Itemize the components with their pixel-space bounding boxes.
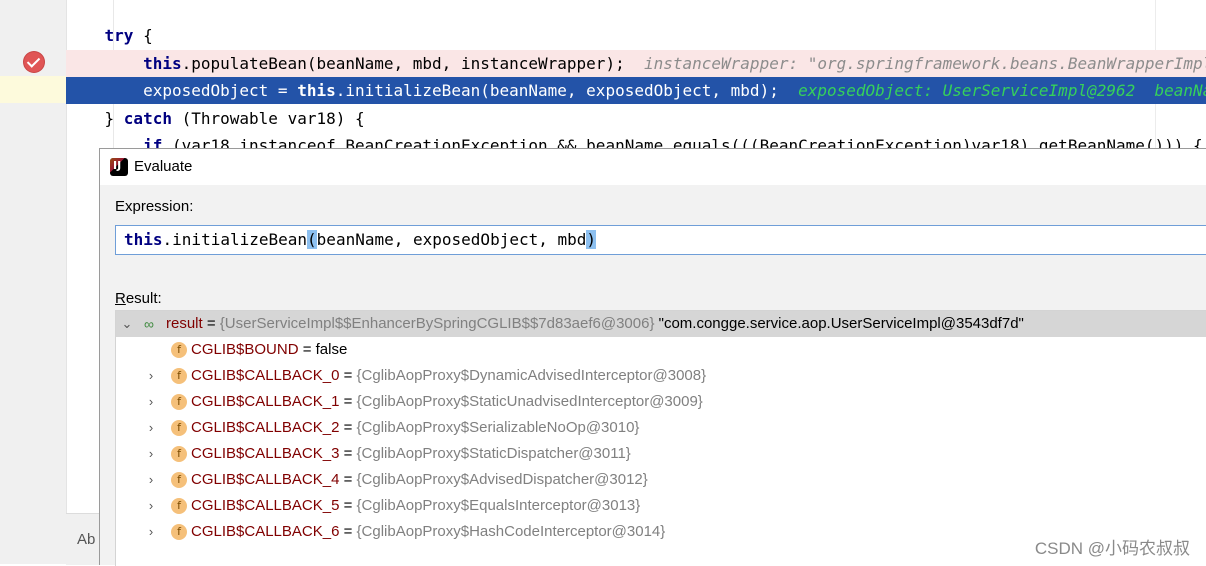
field-value: {CglibAopProxy$SerializableNoOp@3010} [356,419,640,436]
tree-row-field[interactable]: › f CGLIB$CALLBACK_1 = {CglibAopProxy$Stat… [116,389,1206,415]
chevron-right-icon[interactable]: › [144,441,158,467]
expression-keyword: this [124,230,163,249]
evaluate-dialog: IJ Evaluate Expression: this.initializeB… [99,148,1206,566]
expression-input[interactable]: this.initializeBean(beanName, exposedObj… [115,225,1206,255]
field-value: {CglibAopProxy$AdvisedDispatcher@3012} [356,471,648,488]
result-tree[interactable]: ⌄ ∞ result = {UserServiceImpl$$EnhancerB… [115,310,1206,566]
chevron-right-icon[interactable]: › [144,363,158,389]
field-name: CGLIB$BOUND [191,341,299,358]
field-icon: f [171,446,187,462]
code-line-initialize-bean[interactable]: exposedObject = this.initializeBean(bean… [66,77,1206,104]
field-name: CGLIB$CALLBACK_4 [191,471,340,488]
field-icon: f [171,524,187,540]
field-value: {CglibAopProxy$EqualsInterceptor@3013} [356,497,641,514]
keyword: this [297,81,336,100]
chevron-right-icon[interactable]: › [144,415,158,441]
inline-debug-hint: exposedObject: UserServiceImpl@2962 bean… [798,81,1206,100]
keyword: try [104,26,134,45]
tree-row-field[interactable]: › f CGLIB$CALLBACK_0 = {CglibAopProxy$Dyna… [116,363,1206,389]
field-icon: f [171,498,187,514]
gutter-current-line [0,76,66,103]
chevron-right-icon[interactable]: › [144,519,158,545]
field-name: CGLIB$CALLBACK_6 [191,523,340,540]
field-value: {CglibAopProxy$HashCodeInterceptor@3014} [356,523,666,540]
field-name: CGLIB$CALLBACK_1 [191,393,340,410]
field-icon: f [171,342,187,358]
code-line-populate-bean[interactable]: this.populateBean(beanName, mbd, instanc… [66,50,1206,77]
result-type: {UserServiceImpl$$EnhancerBySpringCGLIB$… [219,315,655,332]
code-line-catch[interactable]: } catch (Throwable var18) { [66,105,1206,132]
chevron-right-icon[interactable]: › [144,389,158,415]
field-value: false [315,341,348,358]
tree-row-field[interactable]: › f CGLIB$CALLBACK_4 = {CglibAopProxy$Advi… [116,467,1206,493]
breakpoint-icon[interactable] [24,52,44,72]
expression-label: Expression: [115,198,194,215]
result-name: result [166,315,203,332]
dialog-title: Evaluate [134,158,193,175]
tree-row-field[interactable]: f CGLIB$BOUND = false [116,337,1206,363]
result-label: Result: [115,290,162,307]
field-value: {CglibAopProxy$StaticUnadvisedIntercepto… [356,393,703,410]
tree-row-field[interactable]: › f CGLIB$CALLBACK_3 = {CglibAopProxy$Stat… [116,441,1206,467]
paren-open: ( [307,230,317,249]
field-icon: f [171,420,187,436]
chevron-right-icon[interactable]: › [144,467,158,493]
field-icon: f [171,394,187,410]
keyword: this [143,54,182,73]
field-name: CGLIB$CALLBACK_2 [191,419,340,436]
watch-result-icon: ∞ [144,316,154,332]
field-value: {CglibAopProxy$StaticDispatcher@3011} [356,445,631,462]
field-name: CGLIB$CALLBACK_0 [191,367,340,384]
intellij-icon: IJ [110,158,128,176]
chevron-right-icon[interactable]: › [144,493,158,519]
field-name: CGLIB$CALLBACK_3 [191,445,340,462]
field-name: CGLIB$CALLBACK_5 [191,497,340,514]
result-value: "com.congge.service.aop.UserServiceImpl@… [654,315,1024,332]
tree-row-field[interactable]: › f CGLIB$CALLBACK_5 = {CglibAopProxy$Equa… [116,493,1206,519]
keyword: catch [123,109,172,128]
field-icon: f [171,368,187,384]
bottom-panel-label: Ab [77,531,96,548]
field-value: {CglibAopProxy$DynamicAdvisedInterceptor… [356,367,707,384]
chevron-down-icon[interactable]: ⌄ [120,311,134,337]
watermark: CSDN @小码农叔叔 [1034,539,1190,558]
code-line-try[interactable]: try { [66,22,1206,49]
tree-row-field[interactable]: › f CGLIB$CALLBACK_2 = {CglibAopProxy$Seri… [116,415,1206,441]
field-icon: f [171,472,187,488]
dialog-title-bar[interactable]: IJ Evaluate [100,149,1206,185]
tree-row-result[interactable]: ⌄ ∞ result = {UserServiceImpl$$EnhancerB… [116,311,1206,337]
paren-close: ) [586,230,597,249]
inline-debug-hint: instanceWrapper: "org.springframework.be… [643,54,1206,73]
